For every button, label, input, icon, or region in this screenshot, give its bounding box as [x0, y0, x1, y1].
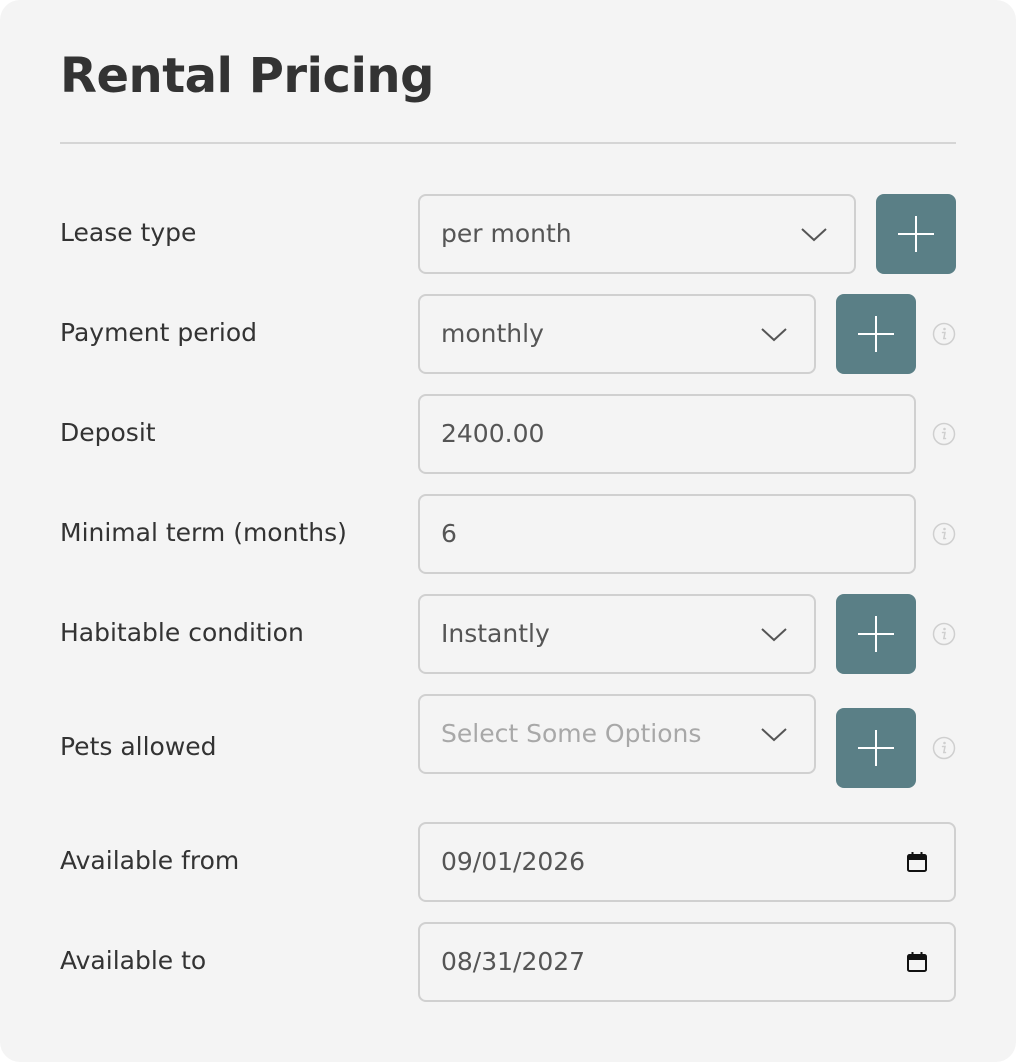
info-icon[interactable] — [932, 736, 956, 760]
info-icon[interactable] — [932, 522, 956, 546]
minimal-term-value: 6 — [441, 519, 457, 548]
info-icon[interactable] — [932, 322, 956, 346]
calendar-icon[interactable] — [906, 951, 928, 973]
pets-allowed-multiselect[interactable]: Select Some Options — [418, 694, 816, 774]
calendar-icon[interactable] — [906, 851, 928, 873]
lease-type-label: Lease type — [60, 218, 197, 247]
plus-icon — [858, 316, 894, 352]
payment-period-value: monthly — [441, 319, 544, 348]
info-icon[interactable] — [932, 622, 956, 646]
chevron-down-icon — [801, 228, 827, 242]
page-title: Rental Pricing — [60, 48, 434, 104]
habitable-condition-label: Habitable condition — [60, 618, 304, 647]
deposit-value: 2400.00 — [441, 419, 545, 448]
available-from-label: Available from — [60, 846, 240, 875]
deposit-row: Deposit 2400.00 — [0, 394, 1016, 474]
minimal-term-label: Minimal term (months) — [60, 518, 347, 547]
add-lease-type-button[interactable] — [876, 194, 956, 274]
payment-period-label: Payment period — [60, 318, 258, 347]
available-to-value: 08/31/2027 — [441, 947, 586, 976]
add-habitable-condition-button[interactable] — [836, 594, 916, 674]
available-to-label: Available to — [60, 946, 207, 975]
minimal-term-row: Minimal term (months) 6 — [0, 494, 1016, 574]
plus-icon — [858, 730, 894, 766]
lease-type-select[interactable]: per month — [418, 194, 856, 274]
deposit-input[interactable]: 2400.00 — [418, 394, 916, 474]
available-to-date-input[interactable]: 08/31/2027 — [418, 922, 956, 1002]
divider — [60, 142, 956, 144]
pets-allowed-placeholder: Select Some Options — [441, 719, 702, 748]
payment-period-select[interactable]: monthly — [418, 294, 816, 374]
habitable-condition-value: Instantly — [441, 619, 550, 648]
plus-icon — [858, 616, 894, 652]
pets-allowed-row: Pets allowed Select Some Options — [0, 694, 1016, 788]
info-icon[interactable] — [932, 422, 956, 446]
available-from-value: 09/01/2026 — [441, 847, 586, 876]
habitable-condition-select[interactable]: Instantly — [418, 594, 816, 674]
chevron-down-icon — [761, 628, 787, 642]
lease-type-value: per month — [441, 219, 572, 248]
add-payment-period-button[interactable] — [836, 294, 916, 374]
plus-icon — [898, 216, 934, 252]
minimal-term-input[interactable]: 6 — [418, 494, 916, 574]
habitable-condition-row: Habitable condition Instantly — [0, 594, 1016, 674]
available-to-row: Available to 08/31/2027 — [0, 922, 1016, 1002]
add-pets-allowed-button[interactable] — [836, 708, 916, 788]
chevron-down-icon — [761, 728, 787, 742]
lease-type-row: Lease type per month — [0, 194, 1016, 274]
rental-pricing-card: Rental Pricing Lease type per month Paym… — [0, 0, 1016, 1062]
available-from-row: Available from 09/01/2026 — [0, 822, 1016, 902]
available-from-date-input[interactable]: 09/01/2026 — [418, 822, 956, 902]
chevron-down-icon — [761, 328, 787, 342]
payment-period-row: Payment period monthly — [0, 294, 1016, 374]
pets-allowed-label: Pets allowed — [60, 732, 217, 761]
deposit-label: Deposit — [60, 418, 156, 447]
